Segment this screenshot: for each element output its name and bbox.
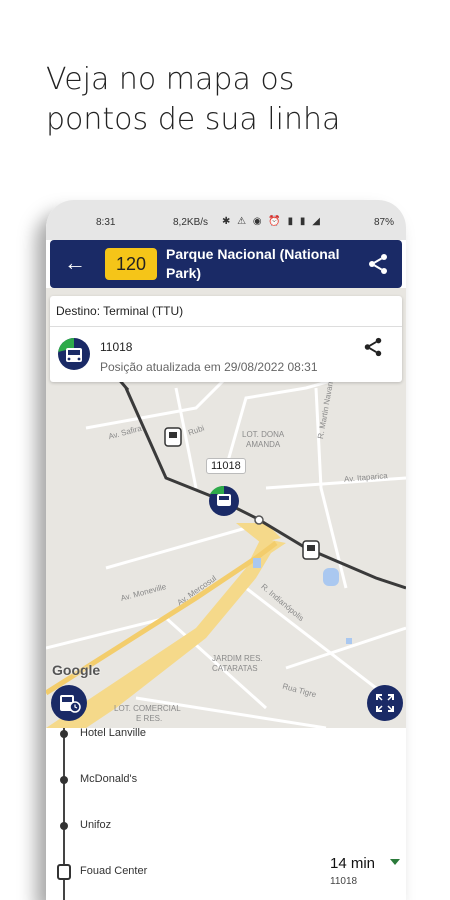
- card-divider: [50, 326, 402, 327]
- stop-name: Unifoz: [80, 819, 112, 831]
- fullscreen-button[interactable]: [367, 685, 403, 721]
- vehicle-map-tag[interactable]: 11018: [206, 458, 246, 474]
- stop-dot: [60, 730, 68, 738]
- stop-name: Hotel Lanville: [80, 727, 147, 739]
- signal-icon: [390, 859, 400, 865]
- line-title: Parque Nacional (National Park): [166, 246, 340, 281]
- stop-dot: [60, 822, 68, 830]
- status-bar: 8:31 8,2KB/s ✱ ⚠ ◉ ⏰ ▮ ▮ ◢ 87%: [46, 200, 406, 240]
- list-item[interactable]: McDonald's: [46, 770, 406, 790]
- map-label-jardim-res-1: JARDIM RES.: [212, 654, 263, 663]
- map-label-lot-comercial-1: LOT. COMERCIAL: [114, 704, 181, 713]
- status-network-speed: 8,2KB/s: [173, 217, 209, 228]
- list-item[interactable]: Unifoz: [46, 816, 406, 836]
- map-label-lot-dona-2: AMANDA: [246, 440, 281, 449]
- status-battery: 87%: [373, 217, 394, 228]
- vehicle-info-card: Destino: Terminal (TTU) 11018 Posição at…: [50, 296, 402, 382]
- back-arrow-icon[interactable]: ←: [62, 251, 88, 277]
- map-label-lot-dona-1: LOT. DONA: [242, 430, 285, 439]
- position-updated-text: Posição atualizada em 29/08/2022 08:31: [100, 360, 318, 374]
- share-icon[interactable]: [362, 336, 384, 358]
- stops-list: Hotel Lanville McDonald's Unifoz Fouad C…: [46, 727, 406, 900]
- fullscreen-icon: [376, 694, 394, 712]
- bus-icon: [58, 338, 90, 370]
- eta-time: 14 min: [330, 855, 376, 872]
- status-time: 8:31: [96, 217, 116, 228]
- share-icon[interactable]: [366, 252, 390, 276]
- bus-clock-icon: [60, 695, 81, 713]
- app-bar: ← 120 Parque Nacional (National Park): [50, 240, 402, 288]
- vehicle-id: 11018: [100, 340, 133, 354]
- stop-dot: [60, 776, 68, 784]
- bus-stop-icon: [57, 864, 71, 880]
- line-number-badge: 120: [105, 248, 157, 280]
- bus-schedule-button[interactable]: [51, 685, 87, 721]
- list-item[interactable]: Hotel Lanville: [46, 724, 406, 744]
- map-label-jardim-res-2: CATARATAS: [212, 664, 258, 673]
- destination-text: Destino: Terminal (TTU): [56, 304, 184, 318]
- google-logo: Google: [52, 662, 101, 678]
- headline-line-2: pontos de sua linha: [46, 102, 341, 137]
- phone-frame: 8:31 8,2KB/s ✱ ⚠ ◉ ⏰ ▮ ▮ ◢ 87% Av. Safir…: [46, 200, 406, 900]
- headline-line-1: Veja no mapa os: [46, 62, 295, 97]
- headline: Veja no mapa os pontos de sua linha: [46, 60, 406, 140]
- status-icons: ✱ ⚠ ◉ ⏰ ▮ ▮ ◢: [222, 216, 322, 227]
- map-label-lot-comercial-2: E RES.: [136, 714, 163, 723]
- eta-vehicle-id: 11018: [330, 876, 358, 887]
- stop-name: McDonald's: [80, 773, 138, 785]
- stop-name: Fouad Center: [80, 865, 148, 877]
